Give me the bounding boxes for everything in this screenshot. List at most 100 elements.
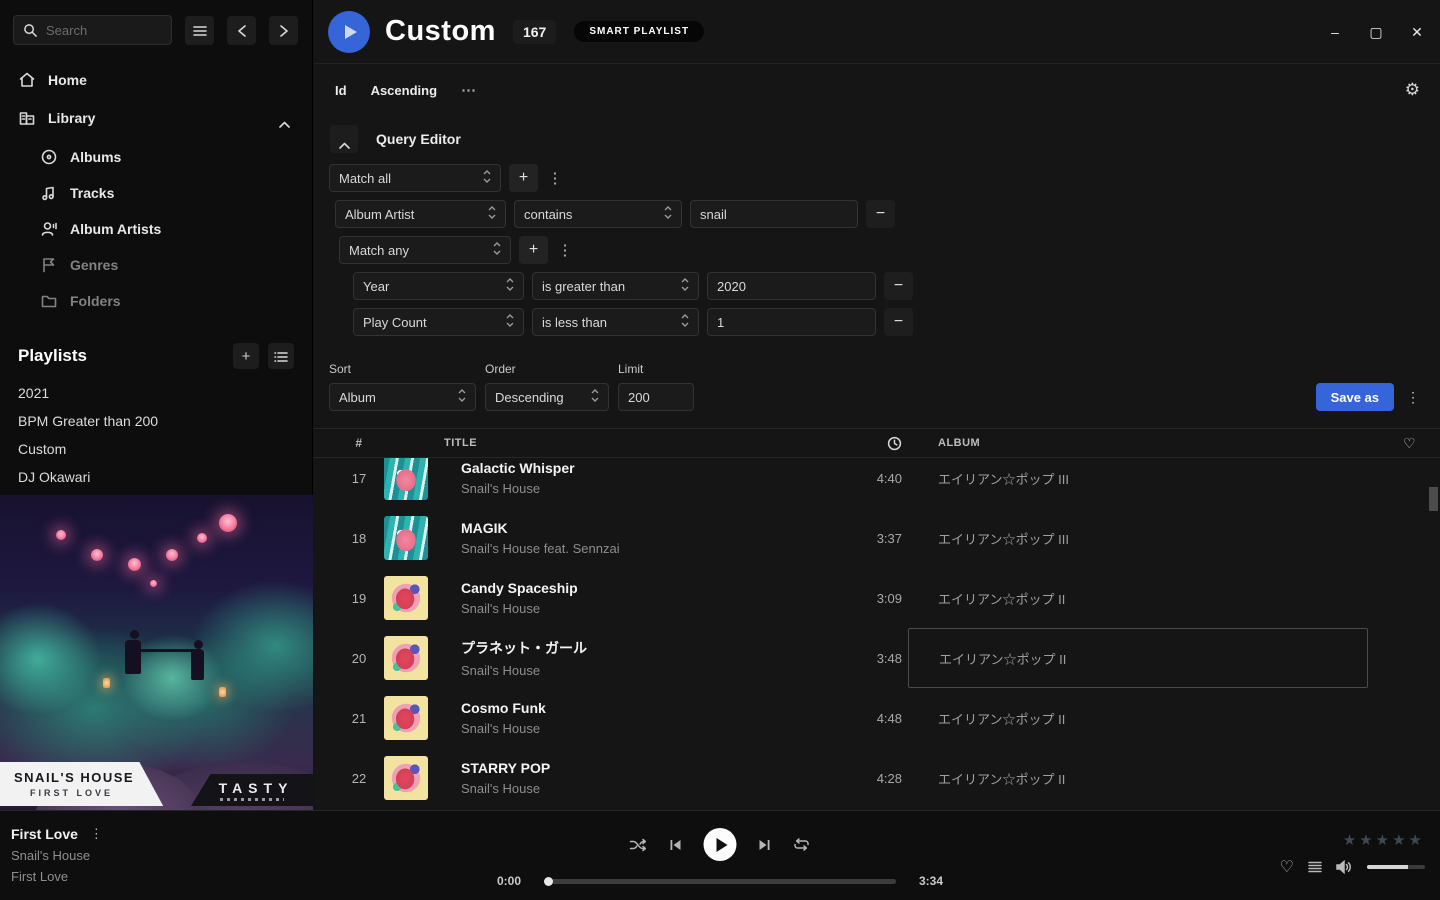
sidebar-item-albums[interactable]: Albums <box>0 139 312 175</box>
nav-back-button[interactable] <box>227 16 256 45</box>
rule-operator-select[interactable]: contains <box>514 200 682 228</box>
album-cell[interactable]: エイリアン☆ポップ II <box>908 748 1368 808</box>
track-title[interactable]: プラネット・ガール <box>461 638 808 658</box>
rule-operator-select[interactable]: is greater than <box>532 272 699 300</box>
shuffle-button[interactable] <box>630 838 648 852</box>
search-input[interactable] <box>46 23 162 38</box>
match-type-select[interactable]: Match all <box>329 164 501 192</box>
now-playing-album-art[interactable]: SNAIL'S HOUSE FIRST LOVE TASTY <box>0 495 313 810</box>
star-icon[interactable]: ★ <box>1376 832 1392 849</box>
group-options-button[interactable]: ⋮ <box>556 236 574 264</box>
add-rule-button[interactable]: + <box>509 164 538 192</box>
play-playlist-button[interactable] <box>328 11 370 53</box>
album-cell[interactable]: エイリアン☆ポップ III <box>908 458 1368 508</box>
column-duration[interactable] <box>808 436 908 451</box>
table-row[interactable]: 17 Galactic Whisper Snail's House 4:40 エ… <box>314 458 1440 508</box>
previous-button[interactable] <box>669 838 683 852</box>
sort-select[interactable]: Album <box>329 383 476 411</box>
playlist-item[interactable]: 2021 <box>0 379 312 407</box>
menu-button[interactable] <box>185 16 214 45</box>
table-header[interactable]: # TITLE ALBUM ♡ <box>314 428 1440 458</box>
track-title[interactable]: Candy Spaceship <box>461 580 808 596</box>
rule-value-input[interactable]: snail <box>690 200 858 228</box>
now-playing-artist[interactable]: Snail's House <box>11 848 103 863</box>
next-button[interactable] <box>758 838 772 852</box>
album-cell[interactable]: エイリアン☆ポップ II <box>908 688 1368 748</box>
maximize-button[interactable]: ▢ <box>1369 24 1383 41</box>
table-row[interactable]: 19 Candy Spaceship Snail's House 3:09 エイ… <box>314 568 1440 628</box>
add-rule-button[interactable]: + <box>519 236 548 264</box>
order-select[interactable]: Descending <box>485 383 609 411</box>
star-icon[interactable]: ★ <box>1343 832 1359 849</box>
rule-field-select[interactable]: Year <box>353 272 524 300</box>
sidebar-item-album-artists[interactable]: Album Artists <box>0 211 312 247</box>
table-row[interactable]: 22 STARRY POP Snail's House 4:28 エイリアン☆ポ… <box>314 748 1440 808</box>
sidebar-item-folders[interactable]: Folders <box>0 283 312 319</box>
playlist-list-options-button[interactable] <box>268 343 294 369</box>
minimize-button[interactable]: – <box>1328 24 1342 41</box>
track-title[interactable]: Galactic Whisper <box>461 460 808 476</box>
remove-rule-button[interactable]: − <box>884 308 913 336</box>
column-favorite[interactable]: ♡ <box>1368 435 1424 452</box>
table-row[interactable]: 20 プラネット・ガール Snail's House 3:48 エイリアン☆ポッ… <box>314 628 1440 688</box>
track-artist[interactable]: Snail's House <box>461 721 808 736</box>
group-options-button[interactable]: ⋮ <box>546 164 564 192</box>
more-options-button[interactable]: ⋯ <box>461 81 477 99</box>
seek-knob[interactable] <box>544 877 553 886</box>
remove-rule-button[interactable]: − <box>884 272 913 300</box>
track-artist[interactable]: Snail's House <box>461 663 808 678</box>
chevron-up-icon[interactable] <box>279 115 290 122</box>
scrollbar-thumb[interactable] <box>1429 487 1438 511</box>
now-playing-options-button[interactable]: ⋮ <box>90 826 103 842</box>
volume-icon[interactable] <box>1336 860 1353 874</box>
album-cell[interactable]: エイリアン☆ポップ II <box>908 568 1368 628</box>
track-artist[interactable]: Snail's House feat. Sennzai <box>461 541 808 556</box>
column-number[interactable]: # <box>334 436 384 450</box>
track-artist[interactable]: Snail's House <box>461 481 808 496</box>
add-playlist-button[interactable]: + <box>233 343 259 369</box>
playlist-item[interactable]: Custom <box>0 435 312 463</box>
track-artist[interactable]: Snail's House <box>461 601 808 616</box>
volume-slider[interactable] <box>1367 865 1425 869</box>
album-cell[interactable]: エイリアン☆ポップ III <box>908 508 1368 568</box>
sidebar-item-genres[interactable]: Genres <box>0 247 312 283</box>
favorite-button[interactable]: ♡ <box>1280 857 1294 877</box>
queue-button[interactable] <box>1308 861 1322 873</box>
rule-operator-select[interactable]: is less than <box>532 308 699 336</box>
sidebar-item-library[interactable]: Library <box>0 99 312 137</box>
rule-field-select[interactable]: Play Count <box>353 308 524 336</box>
track-title[interactable]: MAGIK <box>461 520 808 536</box>
sidebar-item-tracks[interactable]: Tracks <box>0 175 312 211</box>
playlist-item[interactable]: DJ Okawari <box>0 463 312 491</box>
remove-rule-button[interactable]: − <box>866 200 895 228</box>
limit-input[interactable]: 200 <box>618 383 694 411</box>
rule-value-input[interactable]: 1 <box>707 308 876 336</box>
sort-direction-button[interactable]: Ascending <box>371 83 437 98</box>
star-icon[interactable]: ★ <box>1409 832 1425 849</box>
star-icon[interactable]: ★ <box>1392 832 1408 849</box>
save-as-button[interactable]: Save as <box>1316 383 1394 411</box>
search-box[interactable] <box>13 15 172 45</box>
star-icon[interactable]: ★ <box>1359 832 1375 849</box>
now-playing-album[interactable]: First Love <box>11 869 103 884</box>
repeat-button[interactable] <box>793 837 811 852</box>
save-options-button[interactable]: ⋮ <box>1402 383 1424 411</box>
column-album[interactable]: ALBUM <box>908 437 1368 449</box>
close-button[interactable]: ✕ <box>1410 24 1424 41</box>
table-row[interactable]: 18 MAGIK Snail's House feat. Sennzai 3:3… <box>314 508 1440 568</box>
settings-gear-icon[interactable]: ⚙ <box>1405 80 1420 100</box>
column-title[interactable]: TITLE <box>444 437 808 449</box>
seek-slider[interactable] <box>544 879 896 884</box>
track-artist[interactable]: Snail's House <box>461 781 808 796</box>
nav-forward-button[interactable] <box>269 16 298 45</box>
play-pause-button[interactable] <box>704 828 737 861</box>
track-title[interactable]: STARRY POP <box>461 760 808 776</box>
rule-field-select[interactable]: Album Artist <box>335 200 506 228</box>
sort-field-button[interactable]: Id <box>335 83 347 98</box>
table-row[interactable]: 21 Cosmo Funk Snail's House 4:48 エイリアン☆ポ… <box>314 688 1440 748</box>
album-cell[interactable]: エイリアン☆ポップ II <box>908 628 1368 688</box>
now-playing-title[interactable]: First Love <box>11 826 78 842</box>
rule-value-input[interactable]: 2020 <box>707 272 876 300</box>
track-title[interactable]: Cosmo Funk <box>461 700 808 716</box>
playlist-item[interactable]: BPM Greater than 200 <box>0 407 312 435</box>
